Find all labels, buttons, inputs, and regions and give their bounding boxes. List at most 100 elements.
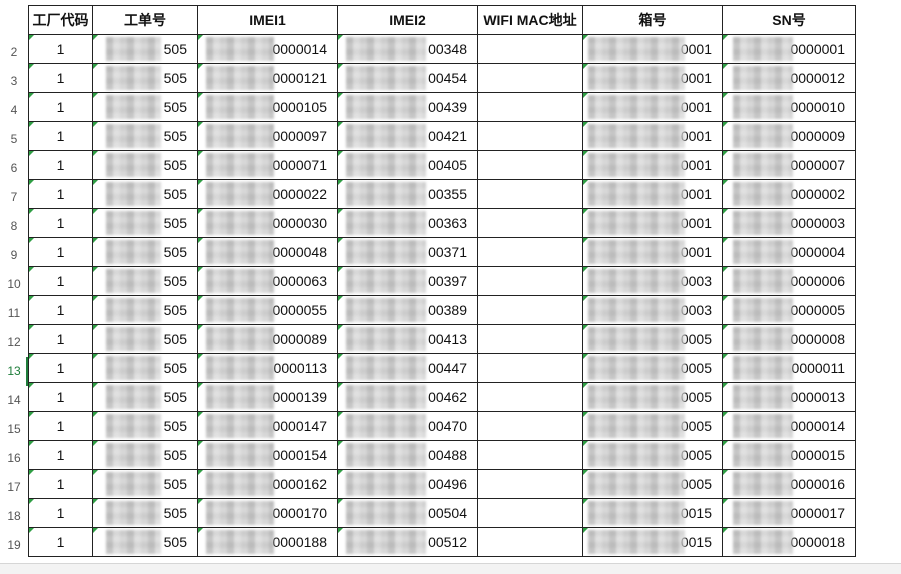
- row-number[interactable]: 5: [0, 125, 28, 154]
- header-factory-code[interactable]: 工厂代码: [28, 5, 93, 35]
- cell-box-no[interactable]: 0005: [582, 353, 723, 383]
- cell-box-no[interactable]: 0005: [582, 469, 723, 499]
- cell-imei2[interactable]: 00439: [337, 92, 478, 122]
- cell-sn[interactable]: 0000010: [722, 92, 856, 122]
- cell-wifi-mac[interactable]: [477, 179, 583, 209]
- cell-factory-code[interactable]: 1: [28, 237, 93, 267]
- cell-imei1[interactable]: 0000089: [197, 324, 338, 354]
- row-number[interactable]: 19: [0, 531, 28, 560]
- cell-work-order[interactable]: 505: [92, 498, 198, 528]
- row-number[interactable]: 10: [0, 270, 28, 299]
- cell-sn[interactable]: 0000015: [722, 440, 856, 470]
- cell-box-no[interactable]: 0005: [582, 324, 723, 354]
- cell-work-order[interactable]: 505: [92, 324, 198, 354]
- row-number[interactable]: 13: [0, 357, 28, 386]
- cell-box-no[interactable]: 0015: [582, 498, 723, 528]
- cell-wifi-mac[interactable]: [477, 266, 583, 296]
- cell-wifi-mac[interactable]: [477, 382, 583, 412]
- cell-factory-code[interactable]: 1: [28, 411, 93, 441]
- cell-work-order[interactable]: 505: [92, 208, 198, 238]
- cell-imei2[interactable]: 00462: [337, 382, 478, 412]
- cell-imei2[interactable]: 00355: [337, 179, 478, 209]
- cell-work-order[interactable]: 505: [92, 527, 198, 557]
- cell-imei1[interactable]: 0000071: [197, 150, 338, 180]
- row-number[interactable]: 9: [0, 241, 28, 270]
- cell-wifi-mac[interactable]: [477, 92, 583, 122]
- cell-imei2[interactable]: 00348: [337, 34, 478, 64]
- cell-imei1[interactable]: 0000105: [197, 92, 338, 122]
- cell-sn[interactable]: 0000005: [722, 295, 856, 325]
- cell-box-no[interactable]: 0003: [582, 266, 723, 296]
- header-imei1[interactable]: IMEI1: [197, 5, 338, 35]
- header-wifi-mac[interactable]: WIFI MAC地址: [477, 5, 583, 35]
- cell-box-no[interactable]: 0001: [582, 63, 723, 93]
- cell-factory-code[interactable]: 1: [28, 92, 93, 122]
- cell-work-order[interactable]: 505: [92, 150, 198, 180]
- cell-sn[interactable]: 0000014: [722, 411, 856, 441]
- cell-sn[interactable]: 0000007: [722, 150, 856, 180]
- cell-imei2[interactable]: 00397: [337, 266, 478, 296]
- cell-imei2[interactable]: 00470: [337, 411, 478, 441]
- cell-wifi-mac[interactable]: [477, 208, 583, 238]
- row-number[interactable]: 3: [0, 67, 28, 96]
- cell-factory-code[interactable]: 1: [28, 208, 93, 238]
- cell-sn[interactable]: 0000018: [722, 527, 856, 557]
- cell-imei2[interactable]: 00363: [337, 208, 478, 238]
- cell-imei1[interactable]: 0000121: [197, 63, 338, 93]
- cell-box-no[interactable]: 0005: [582, 382, 723, 412]
- cell-sn[interactable]: 0000003: [722, 208, 856, 238]
- cell-wifi-mac[interactable]: [477, 527, 583, 557]
- cell-imei1[interactable]: 0000162: [197, 469, 338, 499]
- cell-imei1[interactable]: 0000048: [197, 237, 338, 267]
- cell-factory-code[interactable]: 1: [28, 440, 93, 470]
- cell-factory-code[interactable]: 1: [28, 34, 93, 64]
- cell-wifi-mac[interactable]: [477, 411, 583, 441]
- cell-wifi-mac[interactable]: [477, 237, 583, 267]
- cell-sn[interactable]: 0000016: [722, 469, 856, 499]
- row-number[interactable]: 14: [0, 386, 28, 415]
- cell-imei1[interactable]: 0000170: [197, 498, 338, 528]
- cell-imei2[interactable]: 00488: [337, 440, 478, 470]
- cell-sn[interactable]: 0000011: [722, 353, 856, 383]
- cell-work-order[interactable]: 505: [92, 63, 198, 93]
- cell-factory-code[interactable]: 1: [28, 382, 93, 412]
- cell-wifi-mac[interactable]: [477, 63, 583, 93]
- cell-imei1[interactable]: 0000154: [197, 440, 338, 470]
- cell-imei1[interactable]: 0000055: [197, 295, 338, 325]
- cell-imei1[interactable]: 0000022: [197, 179, 338, 209]
- row-number[interactable]: 18: [0, 502, 28, 531]
- cell-sn[interactable]: 0000001: [722, 34, 856, 64]
- cell-work-order[interactable]: 505: [92, 411, 198, 441]
- cell-box-no[interactable]: 0001: [582, 34, 723, 64]
- cell-sn[interactable]: 0000002: [722, 179, 856, 209]
- row-number[interactable]: 8: [0, 212, 28, 241]
- header-imei2[interactable]: IMEI2: [337, 5, 478, 35]
- cell-wifi-mac[interactable]: [477, 324, 583, 354]
- cell-work-order[interactable]: 505: [92, 382, 198, 412]
- cell-sn[interactable]: 0000009: [722, 121, 856, 151]
- cell-wifi-mac[interactable]: [477, 498, 583, 528]
- row-number[interactable]: 11: [0, 299, 28, 328]
- cell-imei2[interactable]: 00504: [337, 498, 478, 528]
- row-number[interactable]: 16: [0, 444, 28, 473]
- cell-box-no[interactable]: 0001: [582, 237, 723, 267]
- cell-work-order[interactable]: 505: [92, 469, 198, 499]
- cell-wifi-mac[interactable]: [477, 34, 583, 64]
- row-number[interactable]: 4: [0, 96, 28, 125]
- cell-imei1[interactable]: 0000113: [197, 353, 338, 383]
- cell-factory-code[interactable]: 1: [28, 63, 93, 93]
- cell-sn[interactable]: 0000004: [722, 237, 856, 267]
- cell-wifi-mac[interactable]: [477, 295, 583, 325]
- row-number[interactable]: 12: [0, 328, 28, 357]
- cell-box-no[interactable]: 0001: [582, 208, 723, 238]
- cell-imei2[interactable]: 00454: [337, 63, 478, 93]
- cell-work-order[interactable]: 505: [92, 121, 198, 151]
- cell-imei2[interactable]: 00447: [337, 353, 478, 383]
- cell-factory-code[interactable]: 1: [28, 295, 93, 325]
- cell-factory-code[interactable]: 1: [28, 179, 93, 209]
- cell-factory-code[interactable]: 1: [28, 469, 93, 499]
- cell-work-order[interactable]: 505: [92, 440, 198, 470]
- row-number[interactable]: 2: [0, 38, 28, 67]
- header-box-no[interactable]: 箱号: [582, 5, 723, 35]
- cell-factory-code[interactable]: 1: [28, 353, 93, 383]
